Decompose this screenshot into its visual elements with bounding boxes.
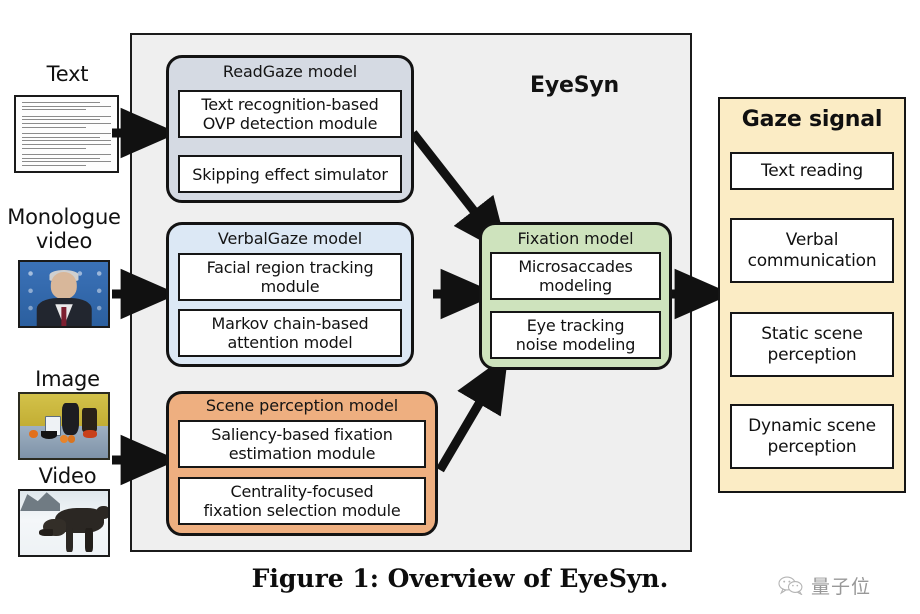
still-life-image-thumbnail — [18, 392, 110, 460]
input-label-video: Video — [38, 464, 97, 488]
input-label-monologue-video-line2: video — [35, 229, 93, 253]
module-fixation-1: Eye tracking noise modeling — [490, 311, 661, 359]
module-verbalgaze-0-line1: Facial region tracking — [206, 258, 374, 277]
module-scene-1: Centrality-focused fixation selection mo… — [178, 477, 426, 525]
module-verbalgaze-1: Markov chain-based attention model — [178, 309, 402, 357]
module-scene-1-line2: fixation selection module — [203, 501, 401, 520]
person-tie — [61, 306, 67, 326]
painting-fruit-1 — [28, 429, 38, 439]
module-verbalgaze-1-line2: attention model — [227, 333, 353, 352]
gaze-signal-item-3: Dynamic scene perception — [730, 404, 894, 469]
module-fixation-1-line1: Eye tracking — [526, 316, 625, 335]
input-label-monologue-video-line1: Monologue — [7, 205, 121, 229]
painting-bowl — [41, 431, 57, 439]
module-readgaze-0: Text recognition-based OVP detection mod… — [178, 90, 402, 138]
group-title-readgaze: ReadGaze model — [222, 62, 358, 81]
eyesyn-container-label: EyeSyn — [530, 73, 619, 98]
painting-coffeepot — [62, 402, 79, 435]
module-verbalgaze-1-line1: Markov chain-based — [211, 314, 369, 333]
input-label-text: Text — [46, 62, 89, 86]
painting-cloth — [83, 429, 98, 438]
module-scene-1-line1: Centrality-focused — [230, 482, 374, 501]
group-title-scene-perception: Scene perception model — [205, 396, 399, 415]
monologue-video-thumbnail — [18, 260, 110, 328]
wolf-video-thumbnail — [18, 489, 110, 557]
module-scene-0-line1: Saliency-based fixation — [211, 425, 393, 444]
module-readgaze-1: Skipping effect simulator — [178, 155, 402, 193]
wolf-snout — [39, 529, 54, 537]
gaze-signal-item-2-line1: Static scene — [761, 323, 863, 344]
gaze-signal-item-1-line1: Verbal — [785, 229, 839, 250]
module-fixation-0-line1: Microsaccades — [518, 257, 633, 276]
module-readgaze-0-line1: Text recognition-based — [201, 95, 379, 114]
gaze-signal-item-3-line1: Dynamic scene — [748, 415, 876, 436]
person-head — [50, 272, 78, 300]
module-fixation-0-line2: modeling — [539, 276, 612, 295]
gaze-signal-title: Gaze signal — [741, 107, 883, 132]
gaze-signal-item-1-line2: communication — [747, 250, 877, 271]
module-readgaze-0-line2: OVP detection module — [202, 114, 378, 133]
thumbnail-text-lines — [22, 102, 111, 167]
gaze-signal-item-1: Verbal communication — [730, 218, 894, 283]
wolf-leg-front — [65, 528, 73, 553]
gaze-signal-item-2: Static scene perception — [730, 312, 894, 377]
group-title-verbalgaze: VerbalGaze model — [217, 229, 363, 248]
input-label-image: Image — [35, 367, 100, 391]
group-title-fixation: Fixation model — [517, 229, 634, 248]
watermark-text: 量子位 — [811, 576, 872, 598]
module-fixation-0: Microsaccades modeling — [490, 252, 661, 300]
module-verbalgaze-0: Facial region tracking module — [178, 253, 402, 301]
gaze-signal-item-0-line1: Text reading — [761, 160, 863, 181]
painting-jar — [81, 408, 97, 433]
figure-overview-eyesyn: EyeSyn Text Monologue video Image Video … — [0, 0, 920, 614]
wolf-leg-back — [85, 528, 94, 553]
module-scene-0: Saliency-based fixation estimation modul… — [178, 420, 426, 468]
painting-fruit-3 — [67, 434, 76, 443]
gaze-signal-item-3-line2: perception — [767, 436, 857, 457]
module-scene-0-line2: estimation module — [228, 444, 376, 463]
gaze-signal-item-2-line2: perception — [767, 344, 857, 365]
wechat-icon — [778, 576, 804, 595]
module-readgaze-1-line1: Skipping effect simulator — [192, 164, 388, 184]
module-fixation-1-line2: noise modeling — [515, 335, 636, 354]
gaze-signal-item-0: Text reading — [730, 152, 894, 190]
text-page-thumbnail — [14, 95, 119, 173]
watermark: 量子位 — [778, 572, 871, 599]
module-verbalgaze-0-line2: module — [260, 277, 320, 296]
